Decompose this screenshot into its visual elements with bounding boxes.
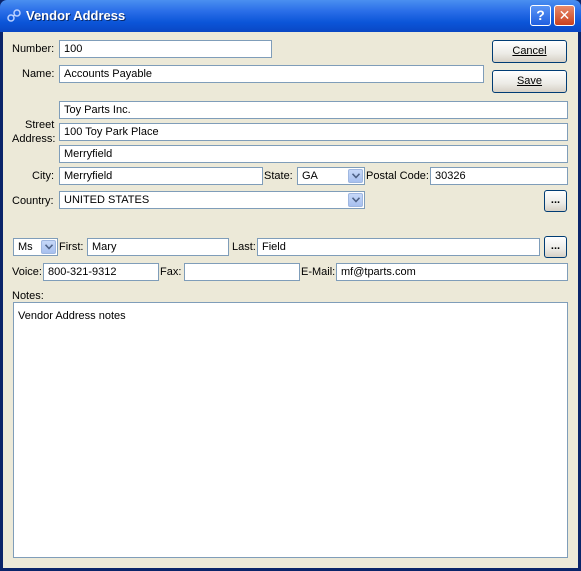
name-label: Name:	[22, 68, 55, 80]
help-button[interactable]: ?	[530, 5, 551, 26]
address-lookup-button[interactable]: ...	[544, 190, 567, 212]
close-button[interactable]: ✕	[554, 5, 575, 26]
cancel-button[interactable]: Cancel	[492, 40, 567, 63]
chevron-down-icon	[352, 173, 360, 179]
city-label: City:	[32, 170, 54, 182]
notes-text: Vendor Address notes	[18, 310, 126, 322]
country-dropdown-arrow[interactable]	[348, 193, 363, 207]
number-label: Number:	[12, 43, 55, 55]
street-line3-field[interactable]: Merryfield	[59, 145, 568, 163]
fax-label: Fax:	[160, 266, 182, 278]
country-value: UNITED STATES	[64, 194, 150, 206]
last-name-field[interactable]: Field	[257, 238, 540, 256]
vendor-address-window: Vendor Address ? ✕ Number: 100 Name: Acc…	[0, 0, 581, 571]
honorific-dropdown-arrow[interactable]	[41, 240, 56, 254]
honorific-select[interactable]: Ms	[13, 238, 58, 256]
street-line1-field[interactable]: Toy Parts Inc.	[59, 101, 568, 119]
name-field[interactable]: Accounts Payable	[59, 65, 484, 83]
postal-code-field[interactable]: 30326	[430, 167, 568, 185]
question-icon: ?	[536, 7, 545, 23]
voice-field[interactable]: 800-321-9312	[43, 263, 159, 281]
contact-lookup-button[interactable]: ...	[544, 236, 567, 258]
save-button-label: Save	[516, 75, 543, 87]
city-field[interactable]: Merryfield	[59, 167, 263, 185]
address-label: Address:	[12, 133, 56, 145]
street-line2-field[interactable]: 100 Toy Park Place	[59, 123, 568, 141]
email-label: E-Mail:	[301, 266, 336, 278]
state-label: State:	[264, 170, 293, 182]
dialog-body: Number: 100 Name: Accounts Payable Cance…	[3, 32, 578, 568]
state-value: GA	[302, 170, 318, 182]
app-icon	[7, 9, 21, 22]
honorific-value: Ms	[18, 241, 33, 253]
last-name-label: Last:	[232, 241, 256, 253]
notes-textarea[interactable]: Vendor Address notes	[13, 302, 568, 558]
voice-label: Voice:	[12, 266, 42, 278]
cancel-button-label: Cancel	[512, 45, 547, 57]
chevron-down-icon	[352, 197, 360, 203]
title-bar[interactable]: Vendor Address ? ✕	[0, 0, 581, 32]
first-name-field[interactable]: Mary	[87, 238, 229, 256]
fax-field[interactable]	[184, 263, 300, 281]
street-label: Street	[25, 119, 55, 131]
number-field[interactable]: 100	[59, 40, 272, 58]
state-select[interactable]: GA	[297, 167, 365, 185]
chevron-down-icon	[45, 244, 53, 250]
postal-code-label: Postal Code:	[366, 170, 429, 182]
first-name-label: First:	[59, 241, 84, 253]
window-title: Vendor Address	[26, 8, 126, 23]
email-field[interactable]: mf@tparts.com	[336, 263, 568, 281]
state-dropdown-arrow[interactable]	[348, 169, 363, 183]
notes-label: Notes:	[12, 290, 44, 302]
close-icon: ✕	[558, 7, 571, 23]
country-label: Country:	[12, 195, 54, 207]
country-select[interactable]: UNITED STATES	[59, 191, 365, 209]
save-button[interactable]: Save	[492, 70, 567, 93]
